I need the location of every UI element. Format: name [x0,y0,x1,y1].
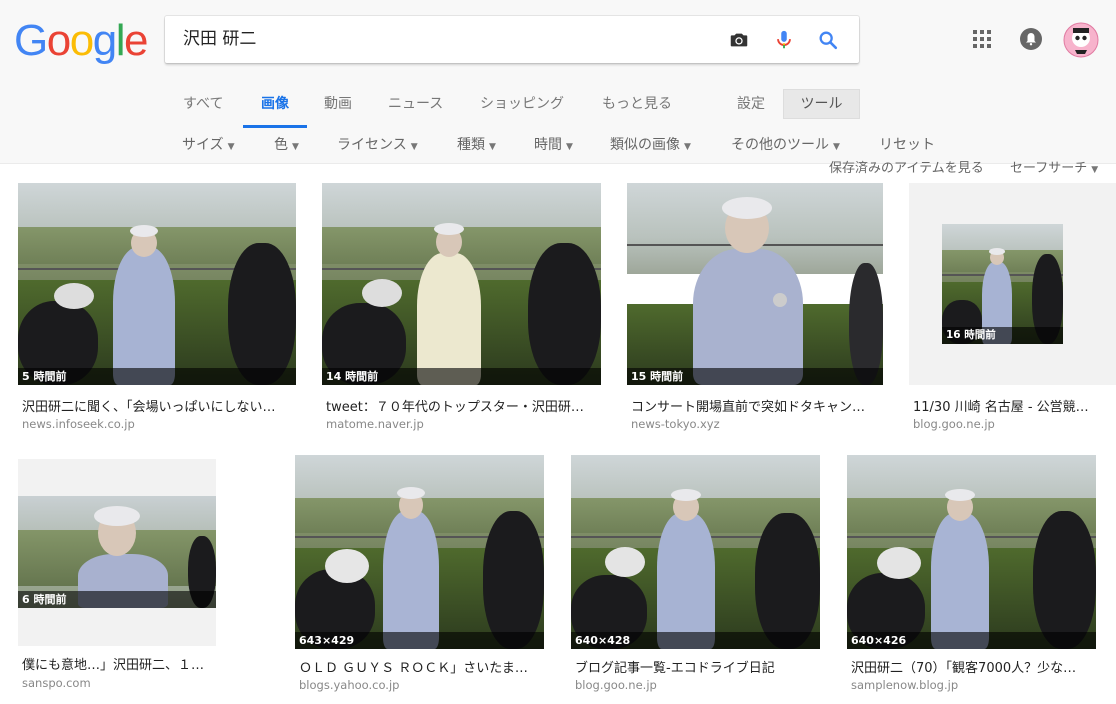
result-thumbnail[interactable]: 14 時間前 [322,183,601,385]
photo-press-scene [18,183,296,385]
filter-other-tools[interactable]: その他のツール ▼ [731,134,840,154]
tab-news[interactable]: ニュース [388,93,443,113]
photo-press-scene [847,455,1096,649]
tab-all[interactable]: すべて [183,93,223,113]
result-title[interactable]: tweet：７０年代のトップスター・沢田研… [326,396,584,415]
time-overlay: 14 時間前 [322,368,601,385]
filter-similar[interactable]: 類似の画像 ▼ [610,134,691,154]
filter-time[interactable]: 時間 ▼ [534,134,573,154]
photo-press-scene: 6 時間前 [18,496,216,608]
result-title[interactable]: コンサート開場直前で突如ドタキャン… [631,396,865,415]
result-site[interactable]: news-tokyo.xyz [631,417,720,431]
header: Google 沢田 研二 すべて 画像 動画 ニュース ショッピング もっと見る… [0,0,1116,164]
search-tabs: すべて 画像 動画 ニュース ショッピング もっと見る 設定 [0,88,1116,128]
filter-bar: サイズ ▼ 色 ▼ ライセンス ▼ 種類 ▼ 時間 ▼ 類似の画像 ▼ その他のツール ▼ リ… [0,134,1116,156]
result-thumbnail[interactable]: 643×429 [295,455,544,649]
filter-size[interactable]: サイズ ▼ [182,134,235,154]
dimensions-overlay: 640×426 [847,632,1096,649]
filter-color[interactable]: 色 ▼ [274,134,299,154]
result-title[interactable]: 沢田研二に聞く、「会場いっぱいにしない… [22,396,276,415]
result-title[interactable]: 沢田研二（70）「観客7000人？少な… [851,657,1076,676]
tools-button[interactable]: ツール [783,89,860,119]
image-result[interactable]: 640×428 ブログ記事一覧-エコドライブ日記 blog.goo.ne.jp [571,455,820,697]
tab-videos[interactable]: 動画 [324,93,352,113]
search-icon[interactable] [817,29,839,51]
result-title[interactable]: ＯＬＤ ＧＵＹＳ ＲＯＣＫ」さいたま… [299,657,528,676]
search-input[interactable]: 沢田 研二 [183,16,256,63]
result-title[interactable]: 11/30 川崎 名古屋 - 公営競… [913,396,1089,415]
image-result[interactable]: 640×426 沢田研二（70）「観客7000人？少な… samplenow.b… [847,455,1096,697]
result-site[interactable]: blog.goo.ne.jp [575,678,657,692]
result-title[interactable]: ブログ記事一覧-エコドライブ日記 [575,657,775,676]
result-title[interactable]: 僕にも意地…」沢田研二、１… [22,654,204,673]
photo-press-scene: 16 時間前 [942,224,1063,344]
result-site[interactable]: sanspo.com [22,676,91,690]
image-result[interactable]: 16 時間前 11/30 川崎 名古屋 - 公営競… blog.goo.ne.j… [909,183,1116,438]
microphone-icon[interactable] [773,29,795,51]
time-overlay: 15 時間前 [627,368,883,385]
result-site[interactable]: blog.goo.ne.jp [913,417,995,431]
result-thumbnail[interactable]: 5 時間前 [18,183,296,385]
photo-press-scene [627,183,883,385]
tab-more[interactable]: もっと見る [602,93,672,113]
photo-press-scene [571,455,820,649]
image-result[interactable]: 6 時間前 僕にも意地…」沢田研二、１… sanspo.com [18,459,216,697]
result-thumbnail[interactable]: 6 時間前 [18,459,216,646]
result-site[interactable]: samplenow.blog.jp [851,678,958,692]
image-result[interactable]: 5 時間前 沢田研二に聞く、「会場いっぱいにしない… news.infoseek… [18,183,296,438]
time-overlay: 6 時間前 [18,591,216,608]
time-overlay: 16 時間前 [942,327,1063,344]
dimensions-overlay: 643×429 [295,632,544,649]
result-site[interactable]: matome.naver.jp [326,417,424,431]
result-thumbnail[interactable]: 640×426 [847,455,1096,649]
safe-search-menu[interactable]: セーフサーチ ▼ [1010,157,1098,176]
result-thumbnail[interactable]: 16 時間前 [909,183,1116,385]
tab-images[interactable]: 画像 [261,93,289,113]
notifications-icon[interactable] [1019,27,1043,51]
camera-icon[interactable] [728,29,750,51]
time-overlay: 5 時間前 [18,368,296,385]
avatar[interactable] [1063,22,1099,58]
image-result[interactable]: 643×429 ＯＬＤ ＧＵＹＳ ＲＯＣＫ」さいたま… blogs.yahoo.… [295,455,544,697]
active-tab-indicator [243,125,307,128]
image-result[interactable]: 15 時間前 コンサート開場直前で突如ドタキャン… news-tokyo.xyz [627,183,883,438]
saved-items-link[interactable]: 保存済みのアイテムを見る [829,157,984,176]
image-result[interactable]: 14 時間前 tweet：７０年代のトップスター・沢田研… matome.nav… [322,183,601,438]
result-site[interactable]: news.infoseek.co.jp [22,417,135,431]
dimensions-overlay: 640×428 [571,632,820,649]
filter-reset[interactable]: リセット [879,134,935,154]
tab-shopping[interactable]: ショッピング [480,93,564,113]
google-logo[interactable]: Google [14,16,148,66]
photo-press-scene [322,183,601,385]
photo-press-scene [295,455,544,649]
search-box[interactable]: 沢田 研二 [165,16,859,63]
filter-license[interactable]: ライセンス ▼ [337,134,418,154]
filter-type[interactable]: 種類 ▼ [457,134,496,154]
apps-grid-icon[interactable] [970,27,994,51]
result-thumbnail[interactable]: 15 時間前 [627,183,883,385]
result-thumbnail[interactable]: 640×428 [571,455,820,649]
result-site[interactable]: blogs.yahoo.co.jp [299,678,399,692]
settings-link[interactable]: 設定 [737,93,765,113]
